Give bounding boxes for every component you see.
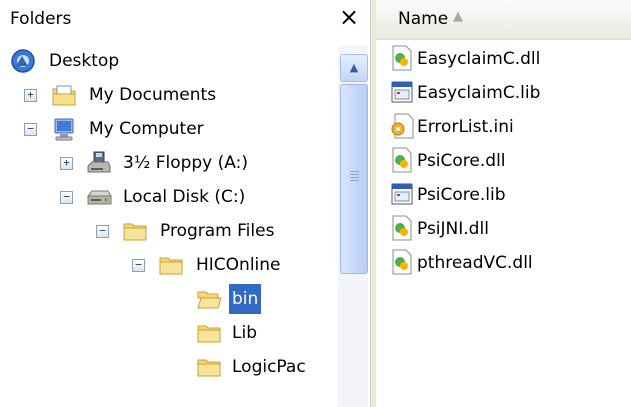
ini-file-icon: [391, 113, 414, 139]
file-name: PsiCore.lib: [417, 185, 506, 205]
tree-item-label: HICOnline: [196, 255, 281, 275]
expand-button[interactable]: +: [24, 89, 37, 102]
file-item[interactable]: EasyclaimC.lib: [376, 76, 631, 110]
tree-item-logicpac[interactable]: LogicPac: [0, 350, 338, 384]
tree-item-label: LogicPac: [232, 357, 306, 377]
close-folders-button[interactable]: ×: [336, 2, 362, 32]
file-name: PsiJNI.dll: [417, 219, 489, 239]
file-name: ErrorList.ini: [417, 117, 514, 137]
file-item[interactable]: PsiCore.dll: [376, 144, 631, 178]
tree-item-lib[interactable]: Lib: [0, 316, 338, 350]
file-name: PsiCore.dll: [417, 151, 506, 171]
tree-item-program-files[interactable]: − Program Files: [0, 214, 338, 248]
tree-item-my-computer[interactable]: − My Computer: [0, 112, 338, 146]
scrollbar-grip-line: [350, 177, 359, 178]
tree-item-label: Local Disk (C:): [123, 187, 246, 207]
collapse-button[interactable]: −: [60, 191, 73, 204]
tree-item-label: Desktop: [49, 51, 120, 71]
folder-icon: [159, 257, 183, 275]
file-item[interactable]: PsiCore.lib: [376, 178, 631, 212]
tree-item-label: My Documents: [89, 85, 217, 105]
folder-open-icon: [197, 291, 222, 309]
tree-item-label: Lib: [232, 323, 257, 343]
tree-item-local-disk-c[interactable]: − Local Disk (C:): [0, 180, 338, 214]
desktop-icon: [11, 49, 35, 73]
tree-item-floppy-a[interactable]: + 3½ Floppy (A:): [0, 146, 338, 180]
my-documents-icon: [52, 85, 76, 106]
tree-item-label: 3½ Floppy (A:): [123, 153, 248, 173]
floppy-drive-icon: [87, 151, 111, 173]
column-header-label: Name: [398, 9, 449, 29]
tree-item-label: My Computer: [89, 119, 204, 139]
folder-icon: [123, 223, 147, 241]
lib-file-icon: [391, 81, 413, 103]
tree-item-hiconline[interactable]: − HICOnline: [0, 248, 338, 282]
expand-button[interactable]: +: [60, 157, 73, 170]
file-item[interactable]: EasyclaimC.dll: [376, 42, 631, 76]
dll-file-icon: [392, 249, 412, 275]
tree-item-label: Program Files: [160, 221, 275, 241]
file-name: EasyclaimC.dll: [417, 49, 541, 69]
scrollbar-grip-line: [350, 174, 359, 175]
file-item[interactable]: ErrorList.ini: [376, 110, 631, 144]
my-computer-icon: [54, 118, 74, 141]
tree-item-label: bin: [229, 284, 262, 314]
dll-file-icon: [392, 215, 412, 241]
folder-icon: [197, 359, 221, 377]
scrollbar-grip-line: [350, 171, 359, 172]
lib-file-icon: [391, 183, 413, 205]
file-item[interactable]: PsiJNI.dll: [376, 212, 631, 246]
collapse-button[interactable]: −: [24, 123, 37, 136]
file-name: pthreadVC.dll: [417, 253, 533, 273]
tree-scrollbar[interactable]: ▲: [338, 46, 368, 407]
tree-item-desktop[interactable]: Desktop: [0, 44, 338, 78]
file-item[interactable]: pthreadVC.dll: [376, 246, 631, 280]
dll-file-icon: [392, 147, 412, 173]
folders-pane-title: Folders: [10, 9, 72, 29]
collapse-button[interactable]: −: [96, 225, 109, 238]
folder-icon: [197, 325, 221, 343]
dll-file-icon: [392, 45, 412, 71]
collapse-button[interactable]: −: [132, 259, 145, 272]
sort-ascending-icon: ▲: [453, 9, 463, 24]
tree-item-my-documents[interactable]: + My Documents: [0, 78, 338, 112]
scroll-up-button[interactable]: ▲: [340, 54, 368, 82]
scrollbar-thumb[interactable]: [340, 84, 368, 274]
folders-pane: Folders × Desktop + My Documents − My Co…: [0, 0, 370, 407]
tree-item-bin[interactable]: bin: [0, 282, 338, 316]
name-column-header[interactable]: Name ▲: [376, 0, 631, 40]
folders-pane-header: Folders ×: [0, 0, 370, 40]
file-list-pane: Name ▲ EasyclaimC.dll EasyclaimC.lib Err…: [376, 0, 631, 407]
file-name: EasyclaimC.lib: [417, 83, 541, 103]
folder-tree: Desktop + My Documents − My Computer + 3…: [0, 44, 338, 407]
scrollbar-grip-line: [350, 180, 359, 181]
hard-disk-icon: [86, 190, 112, 205]
